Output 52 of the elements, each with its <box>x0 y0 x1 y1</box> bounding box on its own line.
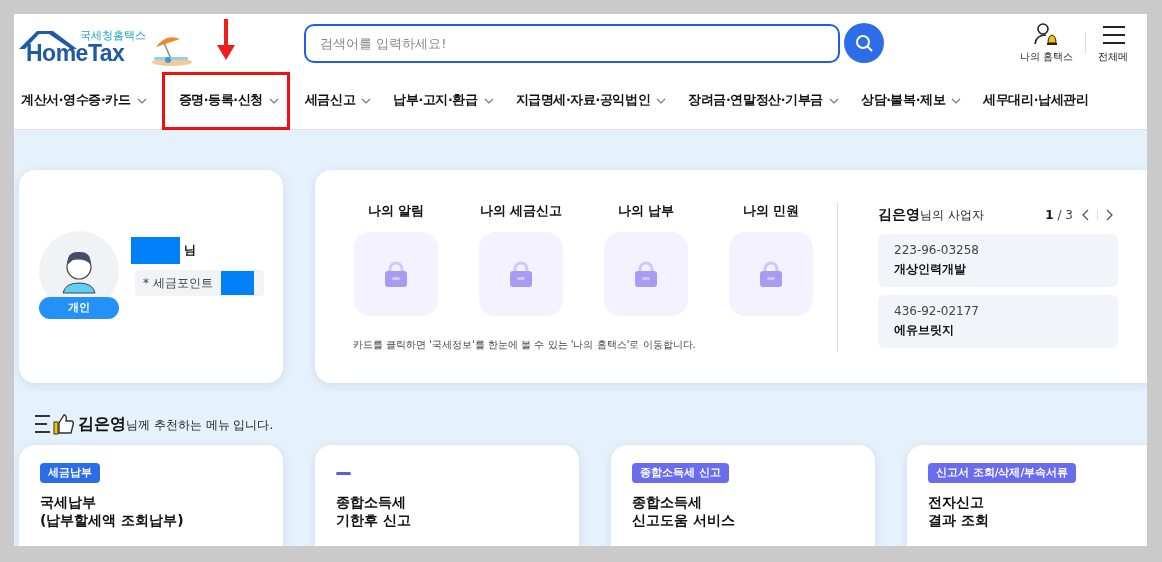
search-button[interactable] <box>844 23 884 63</box>
redaction-block <box>131 237 180 264</box>
card-title: 나의 세금신고 <box>479 201 563 220</box>
card-title: 나의 민원 <box>742 201 800 220</box>
category-tag: 신고서 조회/삭제/부속서류 <box>928 463 1077 483</box>
menu-card[interactable]: 세금납부 국세납부 (납부할세액 조회납부) <box>19 445 283 546</box>
page-current: 1 <box>1045 207 1054 222</box>
nav-menu-item[interactable]: 지급명세·자료·공익법인 <box>512 71 672 130</box>
locked-card[interactable] <box>729 231 813 316</box>
locked-card[interactable] <box>479 231 563 316</box>
page-total: / 3 <box>1057 207 1073 222</box>
locked-card[interactable] <box>604 231 688 316</box>
menu-card[interactable]: 신고서 조회/삭제/부속서류 전자신고 결과 조회 <box>907 445 1147 546</box>
nav-menu-item[interactable]: 상담·불복·제보 <box>857 71 967 130</box>
notice-text: 카드를 클릭하면 '국세정보'를 한눈에 볼 수 있는 '나의 홈택스'로 이동합니다. <box>353 337 697 352</box>
business-item[interactable]: 223-96-03258 개상인력개발 <box>878 233 1118 287</box>
card-title: 나의 알림 <box>367 201 425 220</box>
lock-icon <box>635 260 657 287</box>
lock-icon <box>385 260 407 287</box>
menu-card-title: 종합소득세 기한후 신고 <box>336 493 411 530</box>
locked-card[interactable] <box>354 231 438 316</box>
search-icon <box>855 34 873 52</box>
lock-icon <box>510 260 532 287</box>
header-link[interactable]: 전체메 <box>1098 22 1129 64</box>
user-bell-icon <box>1033 22 1060 48</box>
down-arrow-icon <box>215 18 236 61</box>
name-suffix: 님 <box>184 242 196 259</box>
menu-card-title: 전자신고 결과 조회 <box>928 493 989 530</box>
nav-menu-item[interactable]: 세금신고 <box>301 71 377 130</box>
menu-card-title: 종합소득세 신고도움 서비스 <box>632 493 735 530</box>
redaction-block <box>220 271 254 295</box>
logo-subtitle: 국세청홈택스 <box>80 28 146 43</box>
card-title: 나의 납부 <box>617 201 675 220</box>
header-link[interactable]: 나의 홈택스 <box>1020 22 1074 64</box>
menu-card-title: 국세납부 (납부할세액 조회납부) <box>40 493 184 530</box>
nav-menu-item[interactable]: 세무대리·납세관리 <box>980 71 1094 130</box>
thumbs-up-menu-icon <box>34 413 74 435</box>
business-item[interactable]: 436-92-02177 에유브릿지 <box>878 294 1118 348</box>
business-title: 김은영님의 사업자 <box>878 205 984 224</box>
nav-menu-item[interactable]: 납부·고지·환급 <box>390 71 499 130</box>
nav-menu-item[interactable]: 계산서·영수증·카드 <box>18 71 152 130</box>
personal-badge: 개인 <box>39 296 119 319</box>
recommend-heading: 김은영 님께 추천하는 메뉴 입니다. <box>78 413 274 435</box>
search-field[interactable]: 검색어를 입력하세요! <box>304 23 840 63</box>
menu-card[interactable]: 종합소득세 신고 종합소득세 신고도움 서비스 <box>611 445 875 546</box>
tax-points-label: * 세금포인트 <box>143 274 213 292</box>
menu-card[interactable]: 종합소득세 기한후 신고 <box>315 445 579 546</box>
nav-menu-item[interactable]: 장려금·연말정산·기부금 <box>685 71 844 130</box>
logo-title[interactable]: HomeTax <box>26 40 125 67</box>
category-tag: 세금납부 <box>40 463 100 483</box>
category-tag: 종합소득세 신고 <box>632 463 729 483</box>
lock-icon <box>760 260 782 287</box>
